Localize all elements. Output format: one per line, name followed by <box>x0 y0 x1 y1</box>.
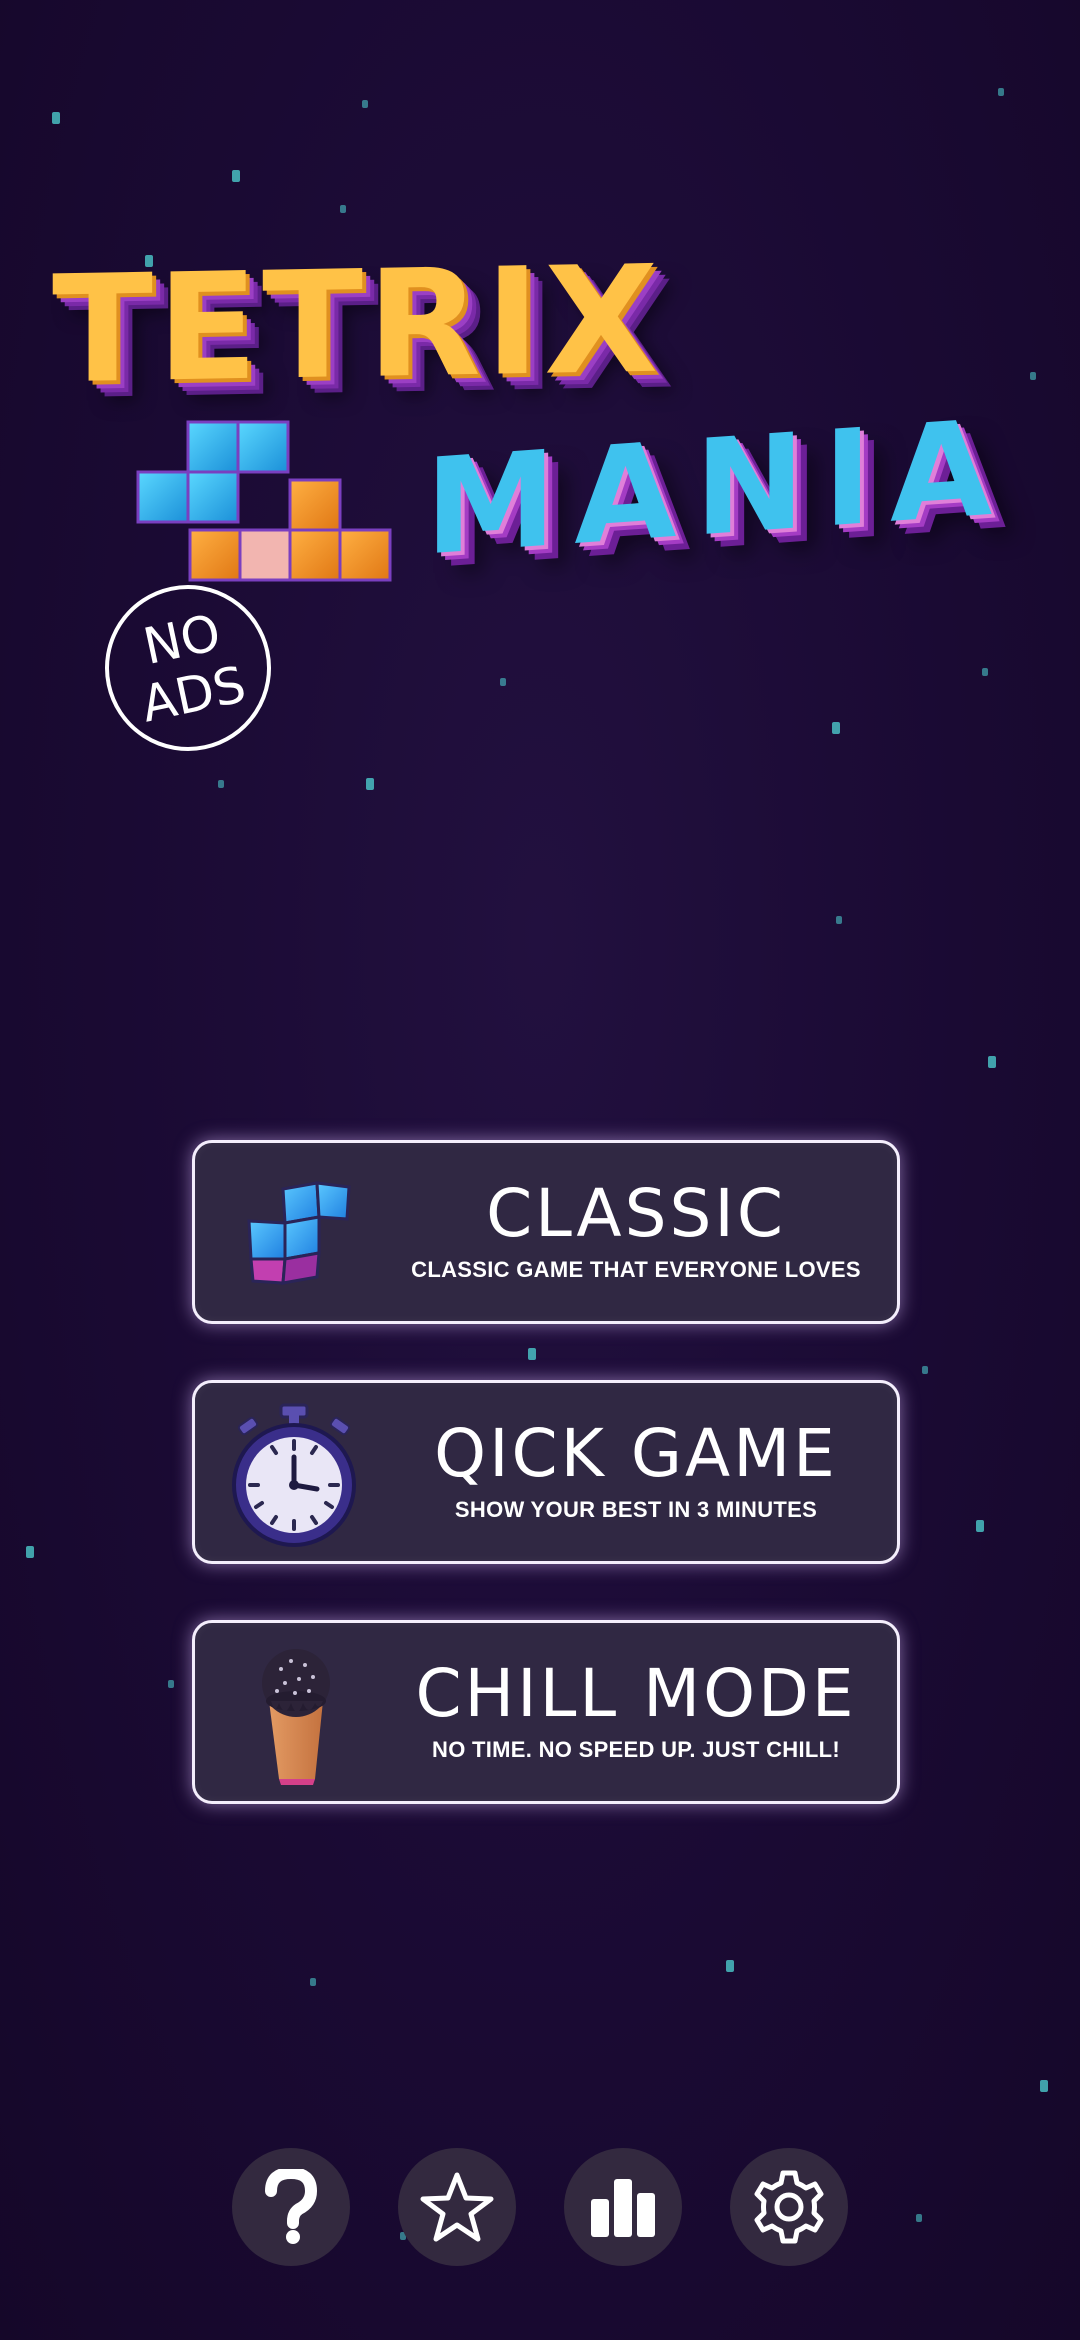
background-star <box>916 2214 922 2222</box>
background-star <box>362 100 368 108</box>
background-star <box>988 1056 996 1068</box>
main-menu-screen: TETRIX MANIA NO ADS CLASSIC CLASSIC GAME… <box>0 0 1080 2340</box>
classic-mode-subtitle: CLASSIC GAME THAT EVERYONE LOVES <box>411 1257 861 1282</box>
background-star <box>52 112 60 124</box>
background-star <box>500 678 506 686</box>
quick-game-subtitle: SHOW YOUR BEST IN 3 MINUTES <box>454 1497 818 1522</box>
stopwatch-icon <box>232 1403 356 1547</box>
settings-button[interactable] <box>730 2148 848 2266</box>
background-star <box>922 1366 928 1374</box>
chill-mode-button[interactable]: CHILL MODE NO TIME. NO SPEED UP. JUST CH… <box>192 1620 900 1804</box>
background-star <box>998 88 1004 96</box>
background-star <box>726 1960 734 1972</box>
background-star <box>528 1348 536 1360</box>
chill-mode-subtitle: NO TIME. NO SPEED UP. JUST CHILL! <box>432 1737 840 1762</box>
quick-game-text: QICK GAME SHOW YOUR BEST IN 3 MINUTES <box>395 1417 877 1525</box>
tetromino-icon <box>247 1181 351 1285</box>
quick-game-button[interactable]: QICK GAME SHOW YOUR BEST IN 3 MINUTES <box>192 1380 900 1564</box>
background-star <box>232 170 240 182</box>
star-icon <box>420 2172 494 2242</box>
help-button[interactable] <box>232 2148 350 2266</box>
classic-mode-text: CLASSIC CLASSIC GAME THAT EVERYONE LOVES <box>395 1177 877 1285</box>
background-star <box>218 780 224 788</box>
classic-mode-title: CLASSIC <box>486 1175 786 1252</box>
background-star <box>366 778 374 790</box>
leaderboard-icon <box>591 2179 655 2237</box>
help-icon <box>265 2169 318 2244</box>
background-star <box>310 1978 316 1986</box>
background-star <box>976 1520 984 1532</box>
background-star <box>168 1680 174 1688</box>
bottom-nav <box>232 2148 848 2268</box>
quick-game-title: QICK GAME <box>434 1415 838 1492</box>
settings-icon <box>754 2170 824 2244</box>
logo-title: TETRIX <box>52 233 663 417</box>
logo-subtitle: MANIA <box>425 390 1011 586</box>
favorites-button[interactable] <box>398 2148 516 2266</box>
chill-mode-text: CHILL MODE NO TIME. NO SPEED UP. JUST CH… <box>395 1657 877 1765</box>
background-star <box>1040 2080 1048 2092</box>
leaderboard-button[interactable] <box>564 2148 682 2266</box>
chill-mode-title: CHILL MODE <box>415 1655 857 1732</box>
background-star <box>832 722 840 734</box>
background-star <box>340 205 346 213</box>
classic-mode-button[interactable]: CLASSIC CLASSIC GAME THAT EVERYONE LOVES <box>192 1140 900 1324</box>
background-star <box>26 1546 34 1558</box>
background-star <box>836 916 842 924</box>
ice-cream-icon <box>262 1649 330 1785</box>
background-star <box>982 668 988 676</box>
